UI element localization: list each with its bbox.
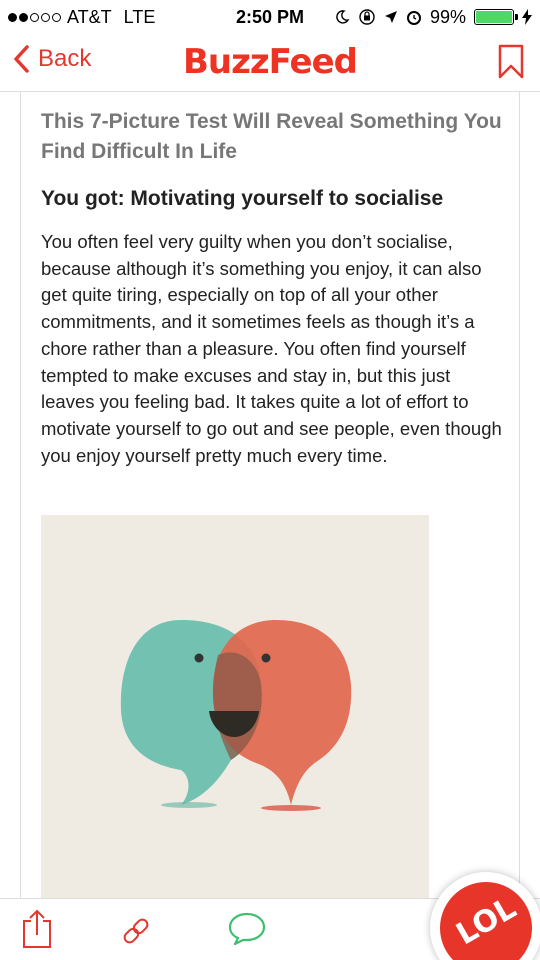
result-title: You got: Motivating yourself to socialis… xyxy=(41,187,444,210)
share-button[interactable] xyxy=(20,907,54,956)
speech-bubbles-image xyxy=(120,620,352,811)
buzzfeed-logo: BuzzFeed xyxy=(182,42,358,82)
lol-label: LOL xyxy=(450,890,522,952)
status-bar: AT&T LTE 2:50 PM 99% xyxy=(0,0,540,34)
bookmark-icon xyxy=(498,44,524,79)
battery-percent: 99% xyxy=(429,6,466,27)
quiz-title[interactable]: This 7-Picture Test Will Reveal Somethin… xyxy=(41,107,511,167)
teal-shadow xyxy=(161,802,217,808)
share-icon xyxy=(23,909,51,948)
left-eye xyxy=(194,653,204,663)
comment-icon xyxy=(228,912,266,946)
charging-icon xyxy=(522,9,532,25)
bookmark-button[interactable] xyxy=(498,44,524,85)
right-eye xyxy=(261,653,271,663)
moon-icon xyxy=(336,10,350,24)
comment-button[interactable] xyxy=(226,911,268,952)
alarm-icon xyxy=(406,11,421,25)
rotation-lock-icon xyxy=(359,9,375,25)
battery-icon xyxy=(474,9,518,25)
copy-link-button[interactable] xyxy=(118,913,154,954)
location-icon xyxy=(384,11,397,23)
red-shadow xyxy=(261,805,321,811)
nav-bar: Back BuzzFeed xyxy=(0,34,540,92)
result-description: You often feel very guilty when you don’… xyxy=(41,231,502,466)
lol-badge-inner: LOL xyxy=(440,882,532,960)
result-illustration xyxy=(41,515,429,898)
status-right: 99% xyxy=(334,7,532,28)
link-icon xyxy=(123,918,149,944)
article-card: This 7-Picture Test Will Reveal Somethin… xyxy=(20,92,520,898)
